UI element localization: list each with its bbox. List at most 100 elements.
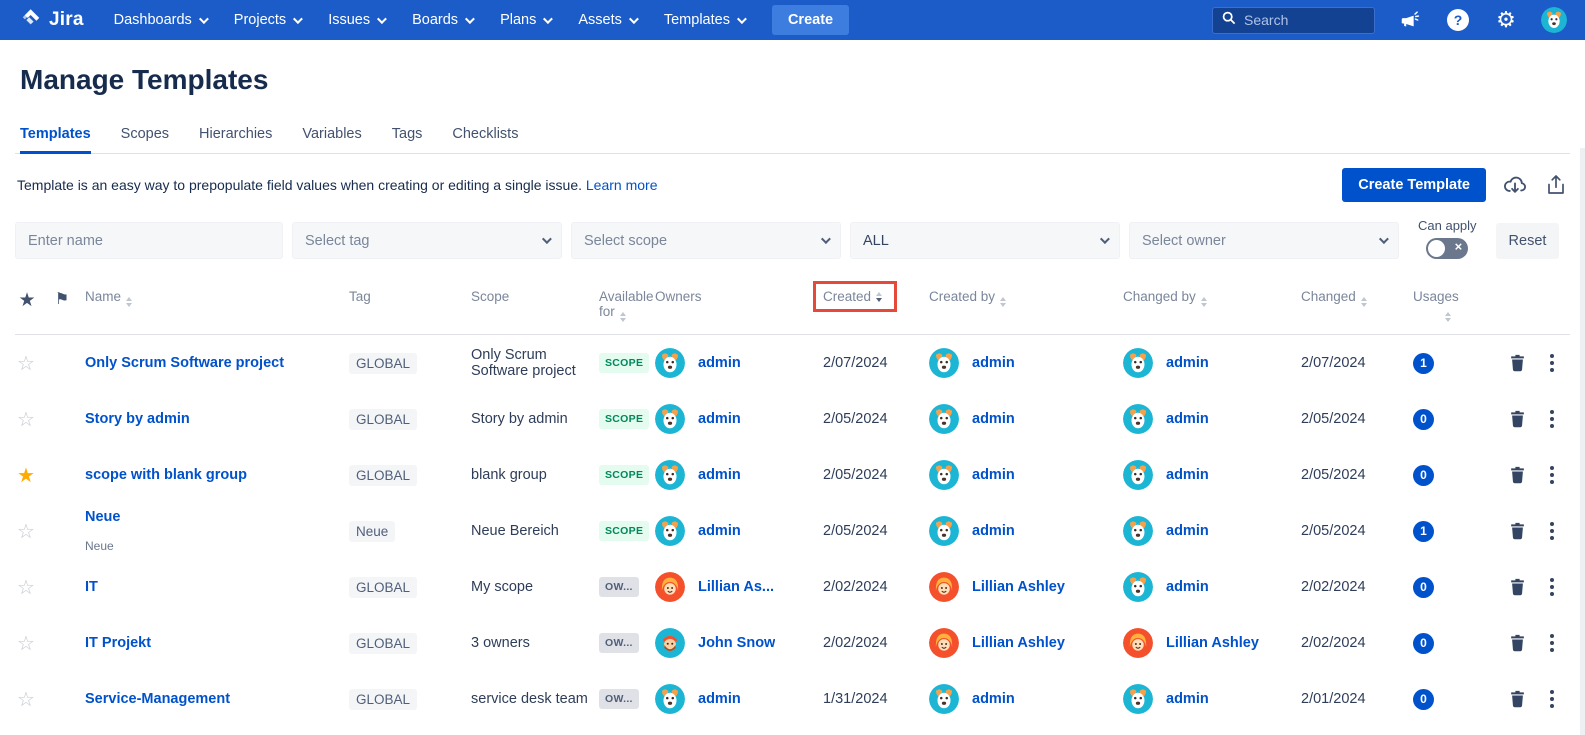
available-for-column-header[interactable]: Available for: [599, 289, 655, 322]
sort-icon[interactable]: [620, 312, 626, 322]
more-options-kebab-icon[interactable]: [1548, 576, 1556, 598]
changed-by-link[interactable]: admin: [1166, 579, 1209, 595]
owner-link[interactable]: Lillian As...: [698, 579, 774, 595]
more-options-kebab-icon[interactable]: [1548, 632, 1556, 654]
scope-filter-select[interactable]: Select scope: [571, 222, 841, 259]
changed-by-link[interactable]: admin: [1166, 467, 1209, 483]
flag-column-header-icon[interactable]: ⚑: [45, 289, 85, 309]
usages-column-header[interactable]: Usages: [1413, 289, 1497, 322]
nav-menu-issues[interactable]: Issues: [328, 12, 384, 28]
created-by-link[interactable]: Lillian Ashley: [972, 635, 1065, 651]
nav-create-button[interactable]: Create: [772, 5, 849, 35]
usages-count-badge[interactable]: 0: [1413, 577, 1434, 598]
owner-link[interactable]: admin: [698, 691, 741, 707]
owner-link[interactable]: admin: [698, 467, 741, 483]
more-options-kebab-icon[interactable]: [1548, 464, 1556, 486]
delete-trash-icon[interactable]: [1509, 690, 1526, 708]
user-avatar[interactable]: [1541, 7, 1567, 33]
star-column-header-icon[interactable]: ★: [15, 289, 45, 312]
created-by-link[interactable]: admin: [972, 467, 1015, 483]
usages-count-badge[interactable]: 1: [1413, 353, 1434, 374]
name-filter-input[interactable]: [28, 233, 270, 249]
changed-by-link[interactable]: admin: [1166, 691, 1209, 707]
row-star-icon[interactable]: ★: [15, 463, 45, 488]
nav-menu-templates[interactable]: Templates: [664, 12, 744, 28]
name-column-header[interactable]: Name: [85, 289, 349, 307]
template-name-link[interactable]: scope with blank group: [85, 467, 247, 483]
created-by-link[interactable]: admin: [972, 691, 1015, 707]
more-options-kebab-icon[interactable]: [1548, 408, 1556, 430]
tag-filter-select[interactable]: Select tag: [292, 222, 562, 259]
create-template-button[interactable]: Create Template: [1342, 168, 1486, 202]
import-cloud-download-icon[interactable]: [1502, 172, 1528, 198]
tab-scopes[interactable]: Scopes: [121, 126, 169, 153]
sort-icon[interactable]: [1201, 297, 1207, 307]
nav-menu-assets[interactable]: Assets: [578, 12, 636, 28]
row-star-icon[interactable]: ☆: [15, 575, 45, 600]
usages-count-badge[interactable]: 0: [1413, 465, 1434, 486]
tab-hierarchies[interactable]: Hierarchies: [199, 126, 272, 153]
delete-trash-icon[interactable]: [1509, 634, 1526, 652]
vertical-scrollbar[interactable]: [1580, 148, 1585, 735]
row-star-icon[interactable]: ☆: [15, 631, 45, 656]
row-star-icon[interactable]: ☆: [15, 687, 45, 712]
delete-trash-icon[interactable]: [1509, 354, 1526, 372]
row-star-icon[interactable]: ☆: [15, 351, 45, 376]
created-by-link[interactable]: admin: [972, 523, 1015, 539]
owner-link[interactable]: admin: [698, 355, 741, 371]
learn-more-link[interactable]: Learn more: [586, 177, 658, 193]
template-name-link[interactable]: Service-Management: [85, 691, 230, 707]
usages-count-badge[interactable]: 0: [1413, 409, 1434, 430]
nav-menu-plans[interactable]: Plans: [500, 12, 550, 28]
created-by-link[interactable]: admin: [972, 411, 1015, 427]
settings-gear-icon[interactable]: ⚙: [1493, 7, 1519, 33]
changed-column-header[interactable]: Changed: [1301, 289, 1413, 307]
changed-by-column-header[interactable]: Changed by: [1123, 289, 1301, 307]
available-filter-select[interactable]: ALL: [850, 222, 1120, 259]
usages-count-badge[interactable]: 0: [1413, 633, 1434, 654]
owner-link[interactable]: admin: [698, 523, 741, 539]
usages-count-badge[interactable]: 1: [1413, 521, 1434, 542]
sort-icon[interactable]: [1361, 297, 1367, 307]
template-name-link[interactable]: Only Scrum Software project: [85, 355, 284, 371]
template-name-link[interactable]: IT Projekt: [85, 635, 151, 651]
changed-by-link[interactable]: admin: [1166, 523, 1209, 539]
jira-logo[interactable]: Jira: [20, 7, 84, 34]
changed-by-link[interactable]: admin: [1166, 411, 1209, 427]
sort-icon[interactable]: [126, 297, 132, 307]
changed-by-link[interactable]: Lillian Ashley: [1166, 635, 1259, 651]
owner-link[interactable]: John Snow: [698, 635, 775, 651]
created-by-link[interactable]: admin: [972, 355, 1015, 371]
nav-menu-dashboards[interactable]: Dashboards: [114, 12, 206, 28]
sort-icon[interactable]: [1445, 312, 1451, 322]
template-name-link[interactable]: Neue: [85, 509, 120, 525]
more-options-kebab-icon[interactable]: [1548, 688, 1556, 710]
changed-by-link[interactable]: admin: [1166, 355, 1209, 371]
delete-trash-icon[interactable]: [1509, 410, 1526, 428]
tab-tags[interactable]: Tags: [392, 126, 423, 153]
tab-checklists[interactable]: Checklists: [452, 126, 518, 153]
template-name-link[interactable]: Story by admin: [85, 411, 190, 427]
nav-menu-projects[interactable]: Projects: [234, 12, 300, 28]
reset-button[interactable]: Reset: [1496, 223, 1560, 259]
owner-filter-select[interactable]: Select owner: [1129, 222, 1399, 259]
announcements-icon[interactable]: [1397, 7, 1423, 33]
owner-link[interactable]: admin: [698, 411, 741, 427]
help-icon[interactable]: ?: [1445, 7, 1471, 33]
nav-search-input[interactable]: [1244, 12, 1359, 28]
sort-icon-active-desc[interactable]: [876, 292, 882, 302]
row-star-icon[interactable]: ☆: [15, 407, 45, 432]
created-by-link[interactable]: Lillian Ashley: [972, 579, 1065, 595]
created-column-header[interactable]: Created: [823, 289, 929, 312]
tab-variables[interactable]: Variables: [302, 126, 361, 153]
delete-trash-icon[interactable]: [1509, 578, 1526, 596]
nav-search-box[interactable]: [1212, 7, 1375, 34]
export-share-icon[interactable]: [1544, 173, 1568, 197]
more-options-kebab-icon[interactable]: [1548, 352, 1556, 374]
more-options-kebab-icon[interactable]: [1548, 520, 1556, 542]
can-apply-toggle[interactable]: ×: [1426, 238, 1468, 259]
created-by-column-header[interactable]: Created by: [929, 289, 1123, 307]
usages-count-badge[interactable]: 0: [1413, 689, 1434, 710]
sort-icon[interactable]: [1000, 297, 1006, 307]
delete-trash-icon[interactable]: [1509, 522, 1526, 540]
